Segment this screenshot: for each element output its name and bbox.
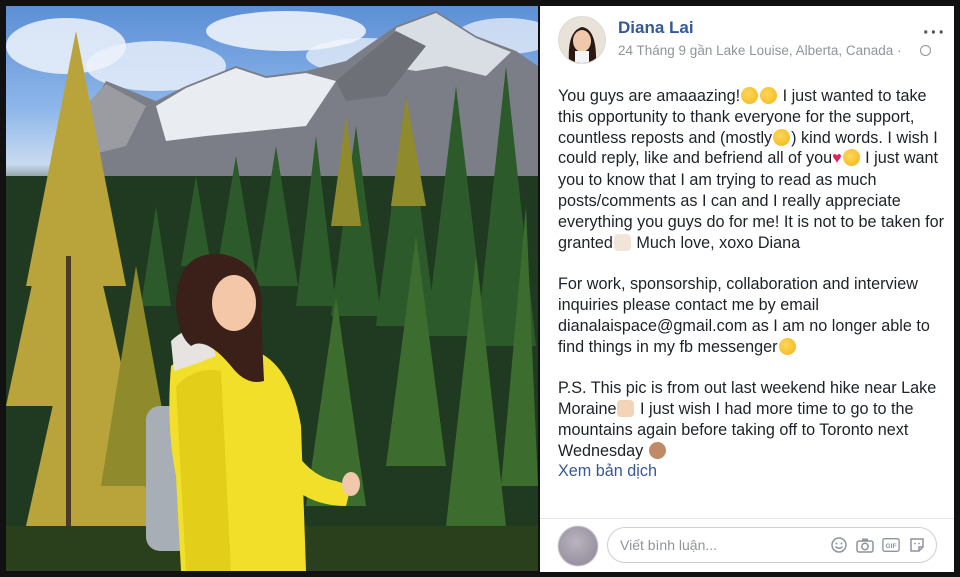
post-meta[interactable]: 24 Tháng 9 gần Lake Louise, Alberta, Can…	[618, 43, 901, 58]
raised-hands-emoji-icon	[617, 399, 635, 417]
landscape-illustration	[6, 11, 538, 571]
heart-icon: ♥	[832, 150, 842, 168]
emoji-icon[interactable]	[830, 536, 848, 554]
face-emoji-icon	[648, 441, 666, 459]
author-avatar[interactable]	[558, 16, 606, 64]
post-panel: Diana Lai ··· 24 Tháng 9 gần Lake Louise…	[540, 6, 954, 572]
globe-icon[interactable]	[920, 45, 931, 56]
post-paragraph-1: You guys are amaaazing! I just wanted to…	[558, 86, 948, 253]
comment-input[interactable]: Viết bình luận... GIF	[607, 527, 937, 563]
post-photo[interactable]	[6, 6, 538, 571]
more-horizontal-icon[interactable]: ···	[923, 23, 946, 43]
laugh-emoji-icon	[778, 337, 796, 355]
tongue-emoji-icon	[773, 128, 791, 146]
kiss-emoji-icon	[741, 87, 759, 104]
gif-icon[interactable]: GIF	[882, 536, 900, 554]
text-segment: Much love, xoxo Diana	[631, 233, 801, 252]
author-name[interactable]: Diana Lai	[618, 18, 694, 38]
comment-icons: GIF	[830, 536, 926, 554]
gif-label: GIF	[885, 543, 896, 550]
screenshot-frame: Diana Lai ··· 24 Tháng 9 gần Lake Louise…	[0, 0, 960, 577]
viewer-avatar	[558, 526, 598, 566]
post-paragraph-2: For work, sponsorship, collaboration and…	[558, 274, 948, 357]
comment-placeholder: Viết bình luận...	[620, 537, 718, 553]
text-segment: For work, sponsorship, collaboration and…	[558, 275, 930, 356]
smile-emoji-icon	[842, 149, 860, 167]
see-translation-link[interactable]: Xem bản dịch	[558, 461, 948, 482]
comment-bar: Viết bình luận... GIF	[540, 518, 954, 572]
pray-emoji-icon	[613, 233, 631, 251]
camera-icon[interactable]	[856, 536, 874, 554]
kiss-emoji-icon	[760, 87, 778, 104]
text-segment: You guys are amaaazing!	[558, 87, 741, 105]
sticker-icon[interactable]	[908, 536, 926, 554]
post-paragraph-3: P.S. This pic is from out last weekend h…	[558, 378, 948, 461]
post-text: You guys are amaaazing! I just wanted to…	[558, 86, 948, 482]
